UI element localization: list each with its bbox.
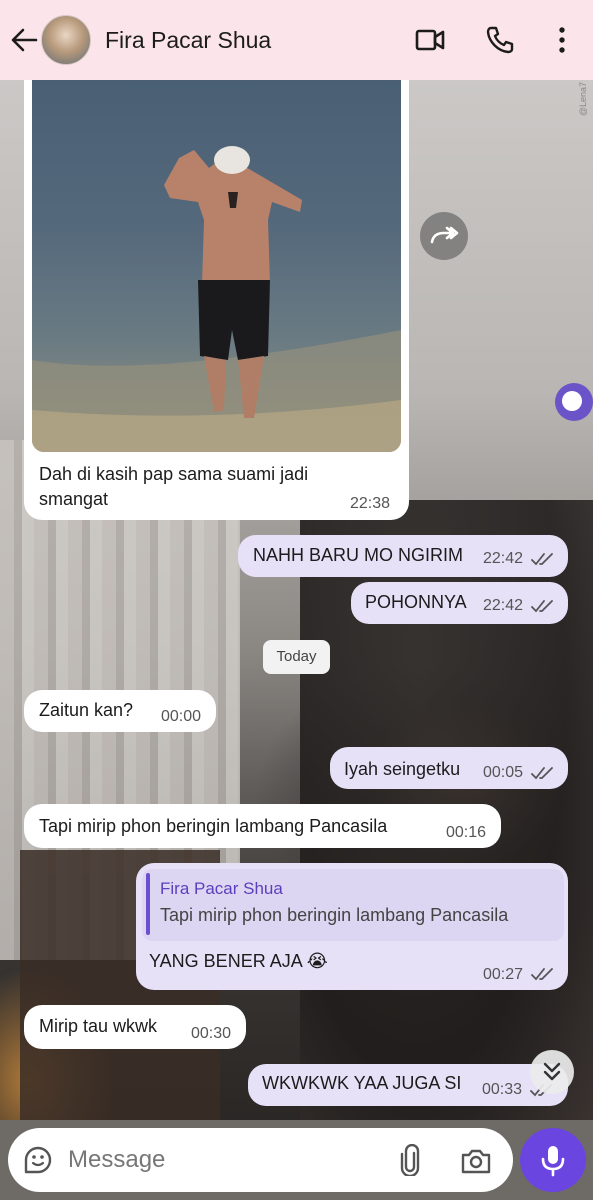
camera-icon[interactable]: [460, 1146, 492, 1176]
message-incoming[interactable]: Zaitun kan? 00:00: [24, 690, 216, 732]
phone-icon[interactable]: [484, 24, 516, 56]
message-text: NAHH BARU MO NGIRIM: [253, 545, 464, 565]
message-outgoing-reply[interactable]: Fira Pacar Shua Tapi mirip phon beringin…: [136, 863, 568, 990]
message-time: 22:38: [350, 495, 391, 512]
message-text: Dah di kasih pap sama suami jadi: [39, 464, 309, 484]
double-chevron-down-icon: [543, 1062, 561, 1081]
quote-accent-bar: [146, 873, 150, 935]
chat-header: Fira Pacar Shua: [0, 0, 593, 80]
message-outgoing[interactable]: NAHH BARU MO NGIRIM 22:42: [238, 535, 568, 577]
voice-record-button[interactable]: [520, 1128, 586, 1192]
back-arrow-icon[interactable]: [10, 25, 38, 55]
message-time: 00:33: [482, 1081, 523, 1098]
message-outgoing[interactable]: WKWKWK YAA JUGA SI 00:33: [248, 1064, 568, 1106]
read-receipt-icon: [531, 553, 553, 566]
forward-button[interactable]: [420, 212, 468, 260]
message-outgoing[interactable]: POHONNYA 22:42: [351, 582, 568, 624]
more-vert-icon[interactable]: [548, 24, 580, 56]
message-incoming-photo[interactable]: Dah di kasih pap sama suami jadi smangat…: [24, 80, 409, 520]
quoted-sender-name: Fira Pacar Shua: [160, 879, 283, 898]
message-text-continued: smangat: [39, 489, 109, 509]
sticker-emoji-icon[interactable]: [22, 1144, 54, 1176]
shared-photo[interactable]: [32, 80, 401, 452]
contact-avatar[interactable]: [41, 15, 91, 65]
message-outgoing[interactable]: Iyah seingetku 00:05: [330, 747, 568, 789]
message-time: 00:30: [191, 1025, 232, 1042]
message-text: YANG BENER AJA 😭: [149, 951, 328, 971]
message-time: 00:00: [161, 708, 202, 725]
paperclip-icon[interactable]: [396, 1144, 424, 1176]
quoted-text: Tapi mirip phon beringin lambang Pancasi…: [160, 905, 509, 925]
message-time: 22:42: [483, 597, 524, 614]
message-time: 00:27: [483, 966, 524, 983]
message-text: Iyah seingetku: [344, 759, 461, 779]
message-time: 22:42: [483, 550, 524, 567]
read-receipt-icon: [531, 968, 553, 981]
forward-icon: [430, 226, 459, 244]
message-text: WKWKWK YAA JUGA SI: [262, 1073, 462, 1093]
message-time: 00:16: [446, 824, 487, 841]
message-text: Tapi mirip phon beringin lambang Pancasi…: [39, 816, 388, 836]
contact-name[interactable]: Fira Pacar Shua: [105, 27, 271, 54]
floating-assistant-bubble[interactable]: [555, 383, 593, 421]
watermark-text: @Lena7: [578, 82, 588, 117]
date-separator: Today: [263, 640, 330, 674]
message-text: Mirip tau wkwk: [39, 1016, 158, 1036]
message-incoming[interactable]: Mirip tau wkwk 00:30: [24, 1005, 246, 1049]
microphone-icon: [541, 1146, 565, 1177]
scroll-to-bottom-button[interactable]: [530, 1050, 574, 1094]
read-receipt-icon: [531, 600, 553, 613]
message-composer: [8, 1128, 513, 1192]
photo-content: [32, 146, 401, 452]
message-incoming[interactable]: Tapi mirip phon beringin lambang Pancasi…: [24, 804, 501, 848]
message-input[interactable]: [68, 1138, 368, 1182]
message-time: 00:05: [483, 764, 524, 781]
message-text: POHONNYA: [365, 592, 467, 612]
message-text: Zaitun kan?: [39, 700, 134, 720]
read-receipt-icon: [531, 767, 553, 780]
video-call-icon[interactable]: [414, 24, 446, 56]
